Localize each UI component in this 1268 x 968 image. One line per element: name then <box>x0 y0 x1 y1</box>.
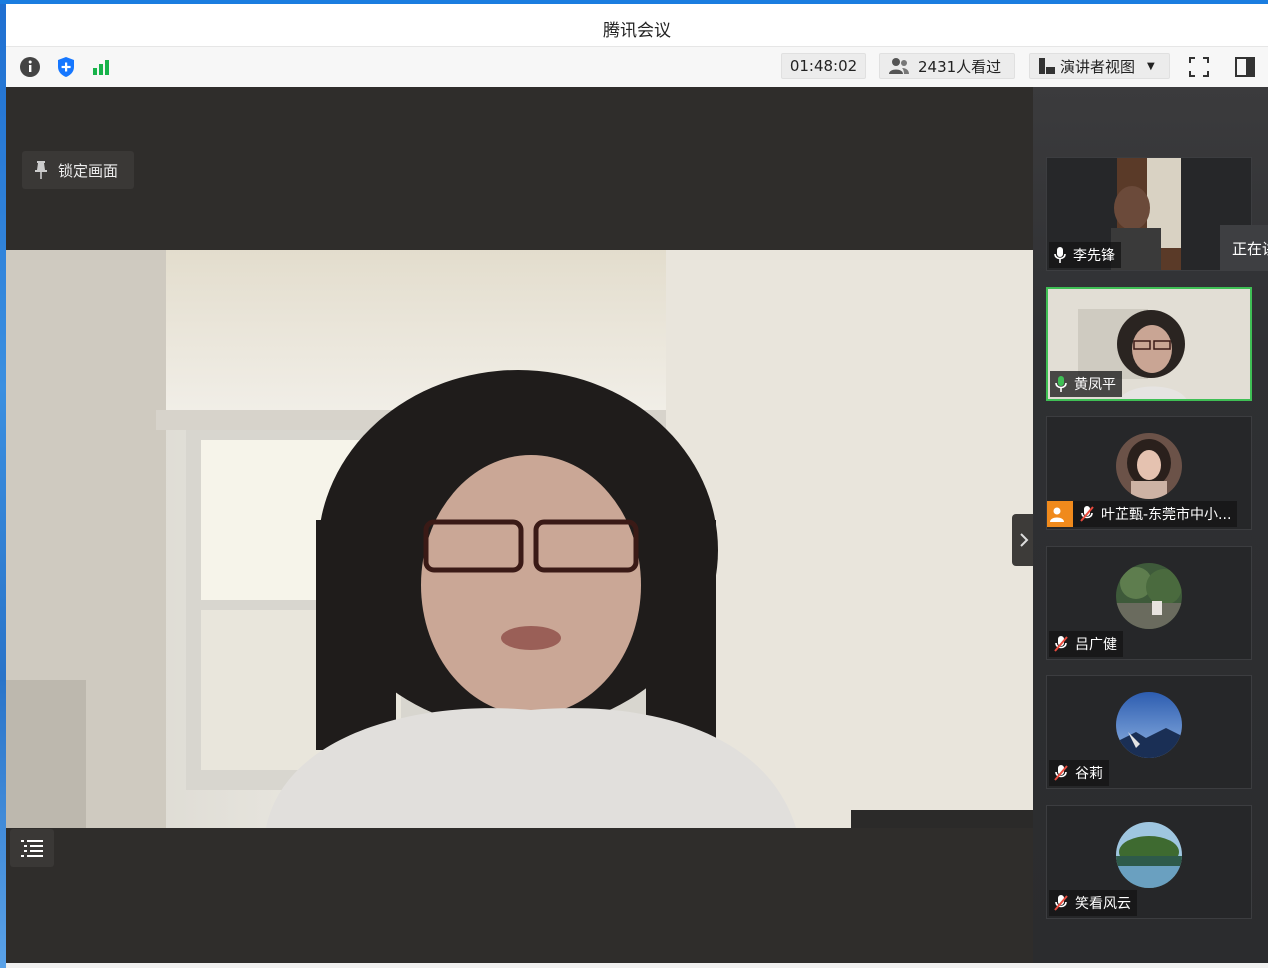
participant-tile[interactable]: 吕广健 <box>1046 546 1252 660</box>
participant-name-tag: 李先锋 <box>1049 242 1121 268</box>
pin-icon <box>35 161 47 179</box>
participant-name: 谷莉 <box>1075 766 1103 782</box>
avatar <box>1116 563 1182 629</box>
participant-tile[interactable]: 叶芷甄-东莞市中小... <box>1046 416 1252 530</box>
viewer-count-text: 2431人看过 <box>918 57 1002 76</box>
timer-text: 01:48:02 <box>789 57 858 75</box>
participant-tile[interactable]: 笑看风云 <box>1046 805 1252 919</box>
participant-name: 笑看风云 <box>1075 896 1131 912</box>
speaking-tooltip-text: 正在讲话 <box>1232 239 1268 258</box>
fullscreen-icon[interactable] <box>1186 54 1212 80</box>
meeting-timer: 01:48:02 <box>781 53 866 79</box>
view-mode-label: 演讲者视图 <box>1060 57 1136 76</box>
dropdown-arrow-icon: ▼ <box>1147 60 1155 72</box>
title-bar: 腾讯会议 <box>6 4 1268 47</box>
participant-tile-active[interactable]: 黄凤平 <box>1046 287 1252 401</box>
participant-panel: 李先锋 黄凤平 叶芷甄-东莞市中小... 吕广健 谷莉 笑看风云 <box>1033 87 1268 963</box>
side-panel-icon[interactable] <box>1232 54 1258 80</box>
signal-icon[interactable] <box>88 54 114 80</box>
people-icon <box>888 57 910 75</box>
speaking-microphone-icon <box>1055 376 1067 392</box>
lock-view-label: 锁定画面 <box>58 161 119 180</box>
speaking-tooltip: 正在讲话 <box>1220 225 1268 271</box>
microphone-icon <box>1054 247 1066 263</box>
layout-icon <box>1038 57 1056 75</box>
chevron-right-icon <box>1020 533 1029 547</box>
speaker-video[interactable] <box>6 250 1033 828</box>
view-mode-dropdown[interactable]: 演讲者视图 ▼ <box>1029 53 1170 79</box>
participant-name: 叶芷甄-东莞市中小... <box>1101 507 1232 523</box>
main-stage: 锁定画面 <box>6 87 1036 963</box>
participant-name: 黄凤平 <box>1074 377 1116 393</box>
muted-microphone-icon <box>1054 765 1068 781</box>
participant-list-button[interactable] <box>10 829 54 867</box>
avatar <box>1116 433 1182 499</box>
participant-tile[interactable]: 谷莉 <box>1046 675 1252 789</box>
participant-name-tag: 谷莉 <box>1049 760 1109 786</box>
avatar <box>1116 692 1182 758</box>
shield-icon[interactable] <box>53 54 79 80</box>
lock-view-button[interactable]: 锁定画面 <box>22 151 134 189</box>
muted-microphone-icon <box>1080 506 1094 522</box>
participant-name-tag: 叶芷甄-东莞市中小... <box>1047 501 1238 527</box>
info-icon[interactable] <box>17 54 43 80</box>
participant-name: 李先锋 <box>1073 248 1115 264</box>
viewer-count[interactable]: 2431人看过 <box>879 53 1015 79</box>
list-icon <box>21 840 43 857</box>
muted-microphone-icon <box>1054 636 1068 652</box>
participant-name: 吕广健 <box>1075 637 1117 653</box>
avatar <box>1116 822 1182 888</box>
participant-name-tag: 笑看风云 <box>1049 890 1137 916</box>
participant-name-tag: 吕广健 <box>1049 631 1123 657</box>
bottom-edge <box>6 963 1268 968</box>
muted-microphone-icon <box>1054 895 1068 911</box>
participant-name-tag: 黄凤平 <box>1050 371 1122 397</box>
window-title: 腾讯会议 <box>603 21 671 41</box>
user-icon <box>1047 501 1073 527</box>
meeting-toolbar: 01:48:02 2431人看过 演讲者视图 ▼ <box>6 47 1268 88</box>
